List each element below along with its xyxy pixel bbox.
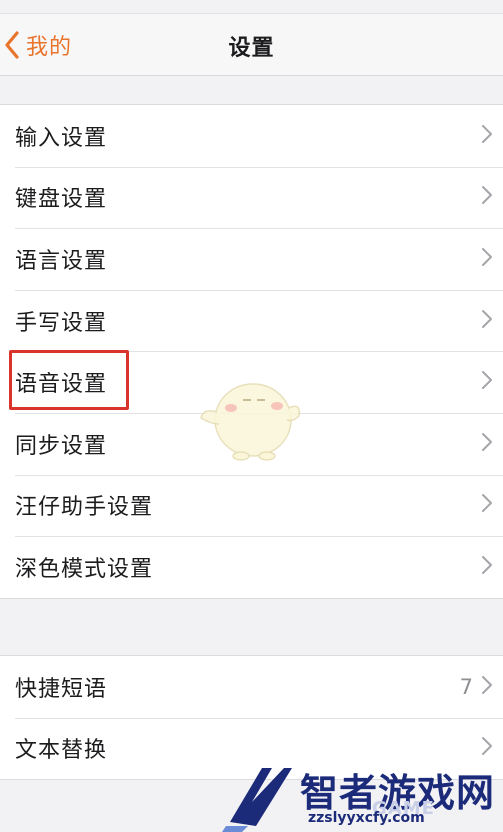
logo-icon	[222, 762, 298, 832]
settings-item-dark-mode[interactable]: 深色模式设置	[0, 536, 503, 598]
quick-phrases-count: 7	[459, 674, 473, 699]
chevron-right-icon	[481, 370, 493, 394]
settings-screen: 我的 设置 输入设置 键盘设置 语言设置 手写设置 语音设置 同步设置 汪仔助手…	[0, 0, 503, 832]
chevron-right-icon	[481, 124, 493, 148]
settings-item-quick-phrases[interactable]: 快捷短语 7	[0, 656, 503, 718]
settings-item-label: 汪仔助手设置	[15, 495, 154, 521]
settings-item-label: 输入设置	[15, 125, 108, 151]
highlight-annotation	[9, 350, 129, 410]
settings-item-label: 键盘设置	[15, 187, 108, 213]
chevron-right-icon	[481, 309, 493, 333]
settings-item-input[interactable]: 输入设置	[0, 105, 503, 167]
page-title: 设置	[228, 36, 275, 61]
settings-item-label: 深色模式设置	[15, 556, 154, 582]
watermark: 智者游戏网 GAME zzslyyxcfy.com	[222, 762, 503, 832]
chevron-right-icon	[481, 247, 493, 271]
mascot-icon	[197, 372, 303, 464]
settings-item-label: 快捷短语	[15, 676, 108, 702]
status-strip	[0, 0, 503, 14]
settings-item-handwriting[interactable]: 手写设置	[0, 289, 503, 352]
chevron-right-icon	[481, 493, 493, 517]
settings-item-label: 语言设置	[15, 248, 108, 274]
chevron-right-icon	[481, 675, 493, 699]
chevron-right-icon	[481, 185, 493, 209]
settings-item-label: 文本替换	[15, 738, 108, 764]
chevron-right-icon	[481, 736, 493, 760]
settings-item-language[interactable]: 语言设置	[0, 228, 503, 290]
settings-item-assistant[interactable]: 汪仔助手设置	[0, 474, 503, 537]
settings-item-label: 手写设置	[15, 310, 108, 336]
settings-item-label: 同步设置	[15, 433, 108, 459]
watermark-url: zzslyyxcfy.com	[308, 810, 425, 826]
navigation-bar: 我的 设置	[0, 14, 503, 76]
chevron-right-icon	[481, 555, 493, 579]
chevron-right-icon	[481, 432, 493, 456]
settings-item-keyboard[interactable]: 键盘设置	[0, 166, 503, 229]
